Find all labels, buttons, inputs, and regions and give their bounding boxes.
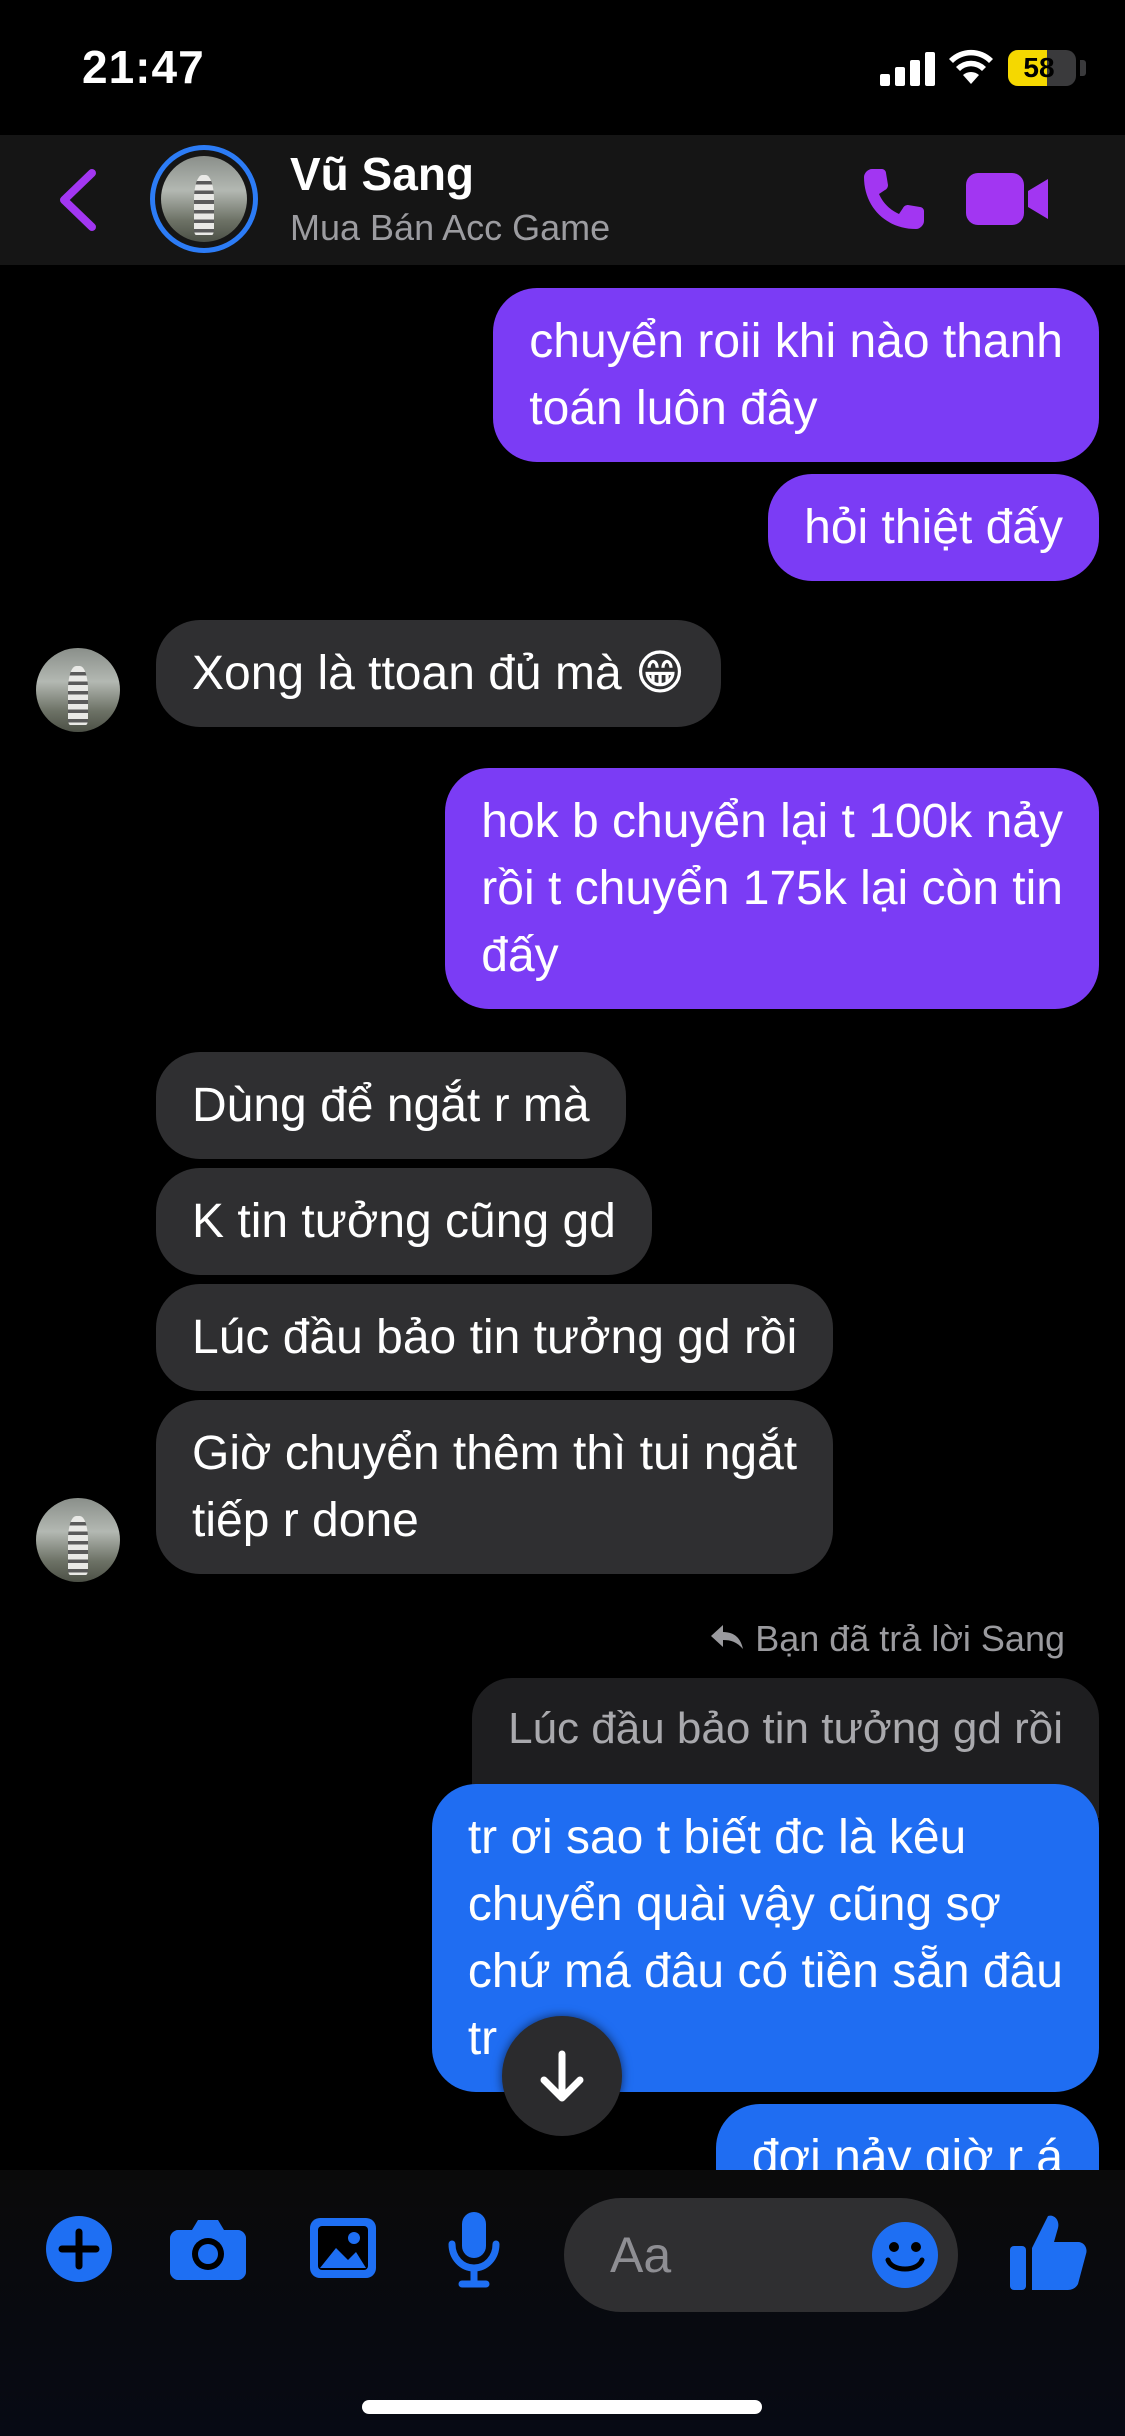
home-indicator[interactable] [362,2400,762,2414]
message-bubble-incoming[interactable]: K tin tưởng cũng gd [156,1168,652,1275]
reply-label: Bạn đã trả lời Sang [709,1618,1065,1660]
cellular-signal-icon [880,52,936,86]
thumbs-up-icon[interactable] [1008,2210,1088,2294]
plus-icon[interactable] [44,2214,114,2284]
message-bubble-incoming[interactable]: Giờ chuyển thêm thì tui ngắt tiếp r done [156,1400,834,1574]
video-camera-icon[interactable] [966,171,1050,227]
message-composer [0,2170,1125,2436]
contact-subtitle: Mua Bán Acc Game [290,207,611,248]
message-bubble-outgoing[interactable]: đợi nảy giờ r á [715,2104,1099,2170]
microphone-icon[interactable] [446,2210,502,2290]
reply-arrow-icon [711,1625,744,1649]
contact-name[interactable]: Vũ Sang [290,147,474,201]
back-chevron-icon[interactable] [50,165,110,235]
battery-percent: 58 [1023,52,1055,83]
battery-icon: 58 [1008,50,1076,86]
phone-icon[interactable] [858,163,930,235]
arrow-down-icon [540,2050,584,2102]
chat-header: Vũ Sang Mua Bán Acc Game [0,135,1125,265]
status-time: 21:47 [82,41,205,93]
sender-avatar[interactable] [36,648,120,732]
message-bubble-incoming[interactable]: Xong là ttoan đủ mà 😁 [156,620,722,727]
message-bubble-outgoing[interactable]: chuyển roii khi nào thanh toán luôn đây [493,288,1099,462]
message-bubble-outgoing[interactable]: hỏi thiệt đấy [768,474,1099,581]
wifi-icon [949,49,993,84]
message-bubble-outgoing[interactable]: hok b chuyển lại t 100k nảy rồi t chuyển… [445,768,1099,1009]
gallery-icon[interactable] [308,2216,378,2280]
status-bar: 21:47 58 [0,0,1125,135]
emoji-icon[interactable] [870,2220,940,2290]
message-bubble-incoming[interactable]: Lúc đầu bảo tin tưởng gd rồi [156,1284,834,1391]
message-bubble-incoming[interactable]: Dùng để ngắt r mà [156,1052,626,1159]
scroll-to-bottom-button[interactable] [502,2016,622,2136]
sender-avatar[interactable] [36,1498,120,1582]
contact-avatar[interactable] [150,145,258,253]
camera-icon[interactable] [170,2216,246,2282]
